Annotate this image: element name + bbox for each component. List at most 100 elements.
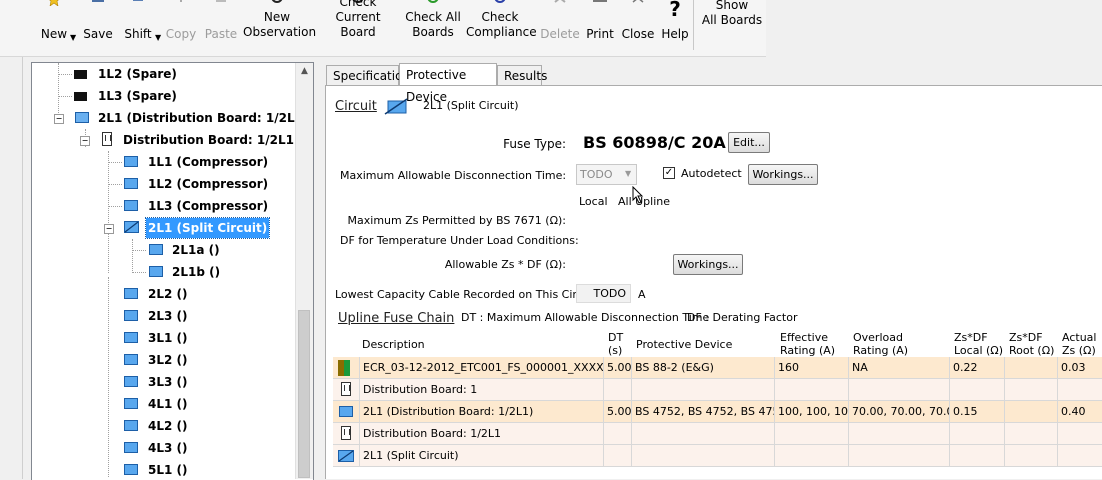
delete-button[interactable]: Delete [540, 0, 580, 56]
tree-item-label: 5L1 () [148, 463, 188, 477]
show-all-boards-button[interactable]: Show All Boards [700, 0, 764, 56]
new-observation-button[interactable]: New Observation [243, 0, 316, 56]
tree-item[interactable]: 1L3 (Spare) [32, 86, 302, 106]
tab-specification[interactable]: Specification [326, 65, 410, 85]
circuit-icon [124, 442, 138, 453]
collapse-icon[interactable]: − [80, 136, 90, 146]
copy-button[interactable]: Copy [164, 0, 198, 56]
scrollbar-thumb[interactable] [298, 310, 310, 478]
toolbar: New ▼ Save Shift ▼ Copy Paste New Observa… [0, 0, 766, 57]
check-all-boards-button[interactable]: Check All Boards [404, 0, 462, 56]
tree-item-label: 1L3 (Compressor) [148, 199, 269, 213]
tree-item[interactable]: 2L1a () [32, 240, 302, 260]
compliance-icon [494, 0, 506, 3]
table-row[interactable]: 2L1 (Distribution Board: 1/2L1) 5.00 BS … [333, 401, 1102, 423]
help-button[interactable]: ? Help [660, 0, 690, 56]
tree-item[interactable]: 1L3 (Compressor) [32, 196, 302, 216]
edit-button[interactable]: Edit... [728, 132, 770, 153]
paste-button[interactable]: Paste [202, 0, 240, 56]
table-row[interactable]: 2L1 (Split Circuit) [333, 445, 1102, 467]
tree-item[interactable]: − Distribution Board: 1/2L1 [32, 130, 302, 150]
local-label: Local [579, 195, 608, 208]
cell-dt: 5.00 [603, 357, 631, 379]
tree-item[interactable]: 3L2 () [32, 350, 302, 370]
tree-item[interactable]: 1L2 (Compressor) [32, 174, 302, 194]
tree-item[interactable]: 1L2 (Spare) [32, 64, 302, 84]
cell-dt [603, 445, 631, 467]
row-icon-cell [333, 401, 359, 423]
autodetect-checkbox[interactable]: ✓ [663, 167, 675, 179]
tree-item-label: Distribution Board: 1/2L1 [123, 133, 294, 147]
row-icon-cell [333, 445, 359, 467]
workings-button[interactable]: Workings... [748, 164, 818, 185]
tree-scrollbar[interactable]: ▲ [295, 63, 313, 479]
collapse-icon[interactable]: − [104, 224, 114, 234]
circuit-icon [124, 420, 138, 431]
tree-item-selected[interactable]: − 2L1 (Split Circuit) [32, 217, 302, 239]
check-compliance-button[interactable]: Check Compliance [466, 0, 537, 56]
dropdown-arrow-icon: ▼ [70, 33, 77, 42]
tree-item[interactable]: 4L2 () [32, 416, 302, 436]
column-header-dt[interactable]: DT (s) [608, 331, 623, 357]
upline-fuse-chain-link[interactable]: Upline Fuse Chain [338, 311, 454, 326]
check-current-board-label-1: Check Current [335, 0, 381, 24]
cell-protective-device: BS 4752, BS 4752, BS 4752 [631, 401, 774, 423]
tree-item[interactable]: 4L3 () [32, 438, 302, 458]
df-legend-note: DF : Derating Factor [687, 311, 798, 324]
scroll-up-arrow-icon[interactable]: ▲ [296, 63, 313, 80]
tree-item-label: 2L1 (Split Circuit) [144, 217, 271, 239]
copy-label: Copy [165, 27, 197, 41]
table-row[interactable]: ECR_03-12-2012_ETC001_FS_000001_XXXXXX 5… [333, 357, 1102, 379]
new-label: New [40, 27, 68, 41]
column-header-protective-device[interactable]: Protective Device [636, 338, 732, 351]
tab-protective-device[interactable]: Protective Device [399, 63, 497, 104]
tree-item[interactable]: 2L3 () [32, 306, 302, 326]
tree-item[interactable]: 2L2 () [32, 284, 302, 304]
column-header-description[interactable]: Description [362, 338, 425, 351]
tree-item[interactable]: 3L3 () [32, 372, 302, 392]
cell-effective-rating [774, 379, 848, 401]
column-header-overload-rating-2: Rating (A) [853, 344, 909, 357]
table-row[interactable]: Distribution Board: 1/2L1 [333, 423, 1102, 445]
toolbar-empty-area [766, 0, 1102, 56]
tree-item[interactable]: 1L1 (Compressor) [32, 152, 302, 172]
table-row[interactable]: Distribution Board: 1 [333, 379, 1102, 401]
shift-label: Shift [124, 27, 152, 41]
tree-item[interactable]: − 2L1 (Distribution Board: 1/2L1) [32, 108, 308, 128]
printer-icon [593, 0, 607, 2]
new-button[interactable]: New ▼ [36, 0, 76, 56]
close-button[interactable]: Close [620, 0, 656, 56]
tree-item-label: 2L2 () [148, 287, 188, 301]
tree-item[interactable]: 4L1 () [32, 394, 302, 414]
cell-zs-df-root [1004, 401, 1057, 423]
workings-button-2[interactable]: Workings... [673, 254, 743, 275]
tree-item[interactable]: 2L1b () [32, 262, 302, 282]
circuit-icon [124, 464, 138, 475]
row-icon-cell [333, 357, 359, 379]
cell-zs-df-local: 0.15 [949, 401, 1004, 423]
print-button[interactable]: Print [584, 0, 616, 56]
save-button[interactable]: Save [82, 0, 114, 56]
cell-zs-df-local [949, 445, 1004, 467]
circuit-link[interactable]: Circuit [335, 99, 377, 114]
tree-item[interactable]: 5L1 () [32, 460, 302, 480]
tree-item-label: 4L3 () [148, 441, 188, 455]
collapse-icon[interactable]: − [54, 114, 64, 124]
tab-results[interactable]: Results [497, 65, 547, 85]
shift-button[interactable]: Shift ▼ [120, 0, 161, 56]
column-header-zs-df-root[interactable]: Zs*DF Root (Ω) [1009, 331, 1054, 357]
cell-dt: 5.00 [603, 401, 631, 423]
check-current-board-button[interactable]: Check Current Board [316, 0, 400, 56]
column-header-actual-zs[interactable]: Actual Zs (Ω) [1062, 331, 1096, 357]
row-icon-cell [333, 379, 359, 401]
circuit-tree[interactable]: 1L2 (Spare) 1L3 (Spare) − 2L1 (Distribut… [31, 62, 314, 480]
column-header-zs-df-local[interactable]: Zs*DF Local (Ω) [954, 331, 1003, 357]
print-label: Print [586, 27, 614, 41]
all-upline-label: All Upline [618, 195, 671, 208]
column-header-overload-rating[interactable]: Overload Rating (A) [853, 331, 908, 357]
column-header-effective-rating[interactable]: Effective Rating (A) [780, 331, 835, 357]
max-disconnection-time-label: Maximum Allowable Disconnection Time: [340, 169, 567, 182]
max-disconnection-time-select[interactable]: TODO ▼ [576, 164, 637, 185]
cell-zs-df-local: 0.22 [949, 357, 1004, 379]
tree-item[interactable]: 3L1 () [32, 328, 302, 348]
